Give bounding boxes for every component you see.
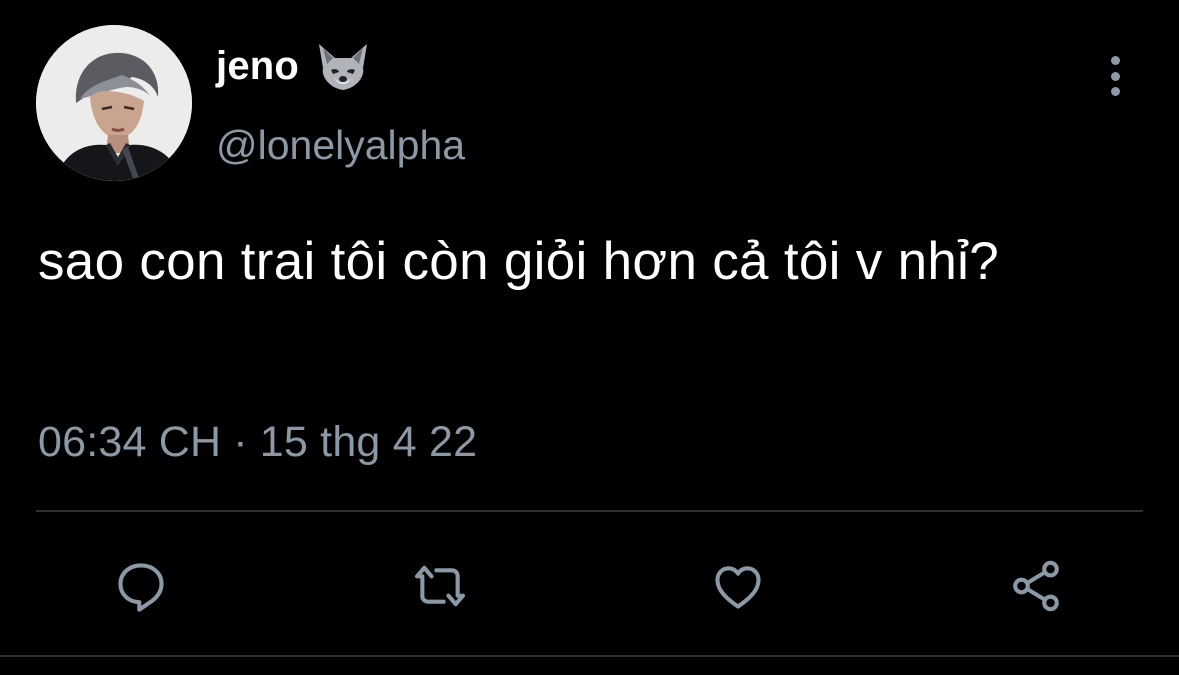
tweet-meta: 06:34 CH · 15 thg 4 22	[38, 418, 477, 467]
retweet-icon	[414, 565, 466, 607]
display-name[interactable]: jeno	[216, 44, 299, 89]
author-handle[interactable]: @lonelyalpha	[216, 122, 465, 169]
retweet-button[interactable]	[410, 556, 470, 616]
share-icon	[1013, 560, 1059, 612]
tweet-time[interactable]: 06:34 CH	[38, 418, 221, 467]
more-dot	[1110, 71, 1120, 81]
meta-separator: ·	[233, 418, 248, 466]
author-row: jeno	[216, 38, 373, 94]
tweet-text: sao con trai tôi còn giỏi hơn cả tôi v n…	[38, 232, 999, 291]
divider	[36, 510, 1143, 512]
more-vertical-icon[interactable]	[1098, 52, 1132, 100]
wolf-emoji-icon	[319, 44, 368, 90]
bottom-divider	[0, 655, 1179, 657]
share-button[interactable]	[1006, 556, 1066, 616]
avatar[interactable]	[36, 25, 192, 181]
heart-icon	[715, 566, 761, 609]
tweet-card: jeno @lonelyalpha sao con trai tôi còn g…	[0, 0, 1179, 675]
more-dot	[1110, 87, 1120, 96]
reply-button[interactable]	[111, 556, 171, 616]
avatar-photo	[36, 25, 192, 181]
more-dot	[1110, 56, 1120, 65]
reply-icon	[118, 563, 164, 612]
like-button[interactable]	[708, 556, 768, 616]
tweet-date[interactable]: 15 thg 4 22	[260, 418, 477, 467]
